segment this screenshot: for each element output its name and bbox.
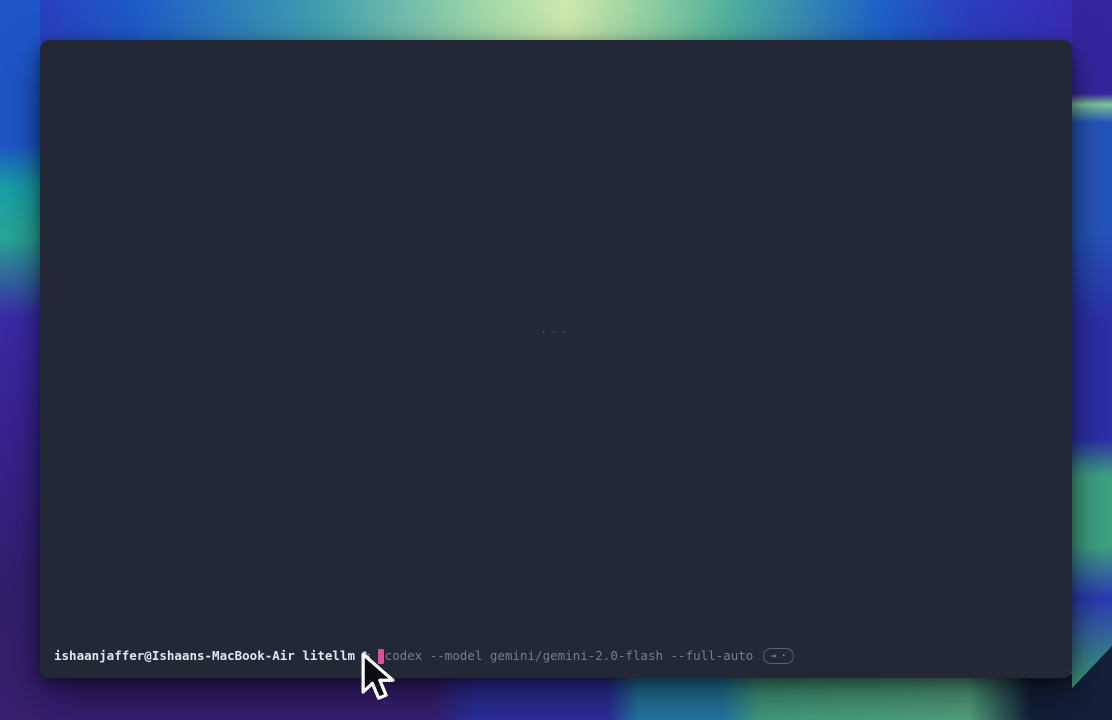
prompt-user-host: ishaanjaffer@Ishaans-MacBook-Air xyxy=(54,648,295,664)
terminal-window[interactable]: ... ishaanjaffer@Ishaans-MacBook-Air lit… xyxy=(40,40,1072,678)
right-arrow-icon: → xyxy=(770,649,776,663)
wallpaper-right-band xyxy=(1070,0,1112,720)
command-input[interactable]: codex --model gemini/gemini-2.0-flash --… xyxy=(378,648,794,664)
wallpaper-top-band xyxy=(40,0,1072,42)
prompt-directory: litellm xyxy=(302,648,355,664)
terminal-prompt-line[interactable]: ishaanjaffer@Ishaans-MacBook-Air litellm… xyxy=(54,648,1058,664)
autosuggestion-command: codex --model gemini/gemini-2.0-flash --… xyxy=(385,648,754,664)
text-cursor xyxy=(378,649,384,664)
wallpaper-left-band xyxy=(0,0,42,720)
terminal-loading-ellipsis: ... xyxy=(540,322,571,336)
accept-suggestion-hint-badge: → · xyxy=(763,648,794,664)
prompt-symbol: % xyxy=(363,648,371,664)
dot-icon: · xyxy=(781,649,787,663)
wallpaper-bottom-band xyxy=(40,674,1072,720)
